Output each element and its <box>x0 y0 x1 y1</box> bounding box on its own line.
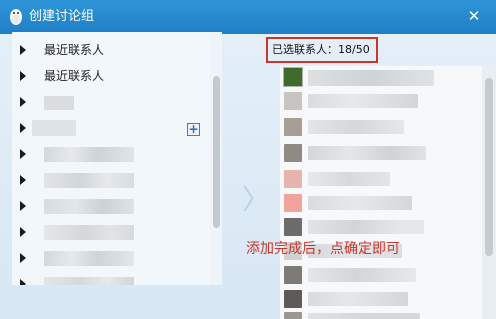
tree-row[interactable]: 最近联系人 <box>12 38 210 64</box>
tree-row[interactable] <box>12 272 210 285</box>
avatar <box>284 170 302 188</box>
contacts-tree-panel[interactable]: 最近联系人 最近联系人 + <box>12 32 222 285</box>
hint-annotation: 添加完成后，点确定即可 <box>246 241 400 257</box>
transfer-arrow-icon[interactable]: 〉 <box>242 184 270 216</box>
avatar <box>284 118 302 136</box>
tree-label: 最近联系人 <box>44 43 105 57</box>
expand-arrow-icon[interactable] <box>20 175 26 185</box>
add-group-button[interactable]: + <box>187 123 200 136</box>
avatar <box>284 290 302 308</box>
expand-arrow-icon[interactable] <box>20 279 26 285</box>
selected-contact-row[interactable] <box>308 268 416 282</box>
avatar <box>284 266 302 284</box>
avatar <box>284 144 302 162</box>
expand-arrow-icon[interactable] <box>20 71 26 81</box>
selected-contact-row[interactable] <box>308 70 434 86</box>
blurred-group-name <box>44 251 134 266</box>
blurred-group-name <box>44 96 74 110</box>
tree-row[interactable] <box>12 116 210 142</box>
tree-row[interactable] <box>12 246 210 272</box>
tree-label: 最近联系人 <box>44 69 105 83</box>
tree-row-recent[interactable]: 最近联系人 <box>12 64 210 90</box>
blurred-group-name <box>44 147 134 162</box>
expand-arrow-icon[interactable] <box>20 45 26 55</box>
selected-contact-row[interactable] <box>308 146 426 160</box>
left-scrollbar-thumb[interactable] <box>213 76 220 228</box>
blurred-group-name <box>44 277 134 285</box>
expand-arrow-icon[interactable] <box>20 123 26 133</box>
avatar <box>284 194 302 212</box>
title-bar: 创建讨论组 ✕ <box>0 0 496 34</box>
selected-contact-row[interactable] <box>308 313 420 319</box>
selected-count-label: 已选联系人：18/50 <box>272 43 370 56</box>
avatar <box>283 67 303 87</box>
selected-contact-row[interactable] <box>308 220 424 234</box>
expand-arrow-icon[interactable] <box>20 253 26 263</box>
expand-arrow-icon[interactable] <box>20 149 26 159</box>
expand-arrow-icon[interactable] <box>20 227 26 237</box>
qq-penguin-icon <box>10 9 22 25</box>
blurred-group-name <box>44 173 134 188</box>
expand-arrow-icon[interactable] <box>20 97 26 107</box>
close-button[interactable]: ✕ <box>465 6 483 26</box>
selected-contact-row[interactable] <box>308 196 412 210</box>
blurred-group-name <box>32 120 76 136</box>
right-scrollbar-thumb[interactable] <box>485 78 493 256</box>
tree-row[interactable] <box>12 194 210 220</box>
selected-contact-row[interactable] <box>308 94 418 108</box>
tree-row[interactable] <box>12 220 210 246</box>
tree-row[interactable] <box>12 142 210 168</box>
tree-row[interactable] <box>12 90 210 116</box>
selected-contact-row[interactable] <box>308 292 408 306</box>
window-title: 创建讨论组 <box>29 9 95 24</box>
expand-arrow-icon[interactable] <box>20 201 26 211</box>
blurred-group-name <box>44 225 134 240</box>
blurred-group-name <box>44 199 134 214</box>
avatar <box>284 218 302 236</box>
avatar <box>284 312 302 319</box>
tree-row[interactable] <box>12 168 210 194</box>
selected-contacts-panel[interactable] <box>280 66 482 319</box>
selected-contact-row[interactable] <box>308 120 404 134</box>
avatar <box>284 92 302 110</box>
selected-contact-row[interactable] <box>308 172 390 186</box>
